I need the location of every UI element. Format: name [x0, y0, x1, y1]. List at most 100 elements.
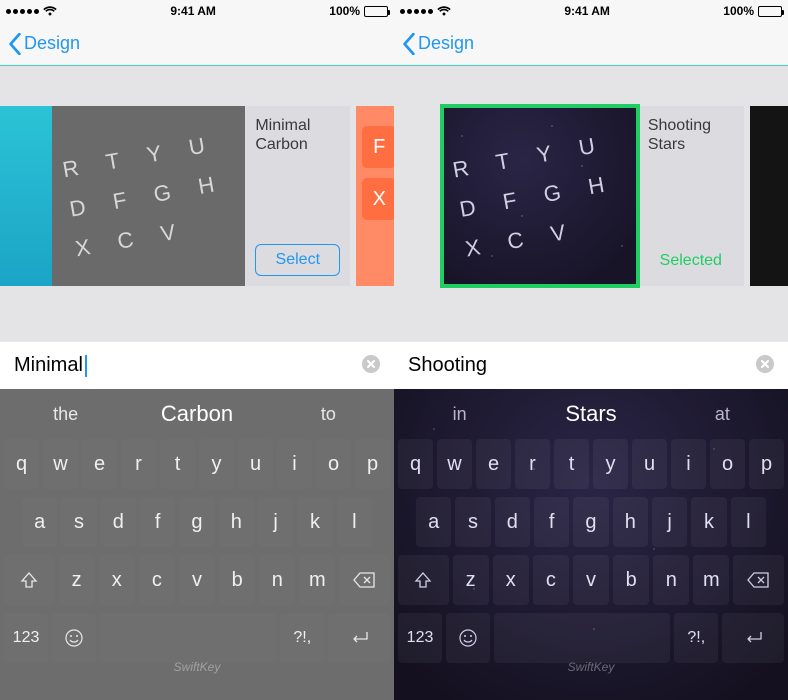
backspace-key[interactable]: [339, 555, 390, 605]
key-l[interactable]: l: [337, 497, 372, 547]
key-m[interactable]: m: [693, 555, 729, 605]
key-c[interactable]: c: [533, 555, 569, 605]
numeric-key[interactable]: 123: [398, 613, 442, 663]
punctuation-key[interactable]: ?!,: [280, 613, 324, 663]
key-i[interactable]: i: [277, 439, 312, 489]
key-b[interactable]: b: [219, 555, 255, 605]
key-o[interactable]: o: [316, 439, 351, 489]
key-p[interactable]: p: [749, 439, 784, 489]
key-j[interactable]: j: [258, 497, 293, 547]
key-c[interactable]: c: [139, 555, 175, 605]
theme-tile-dark[interactable]: TX: [750, 106, 788, 286]
key-f[interactable]: f: [534, 497, 569, 547]
phone-right: 9:41 AM 100% Design ERTYU SDFGH ZXCV Sho…: [394, 0, 788, 700]
key-o[interactable]: o: [710, 439, 745, 489]
return-key[interactable]: [722, 613, 784, 663]
key-z[interactable]: z: [453, 555, 489, 605]
key-x[interactable]: x: [99, 555, 135, 605]
select-button[interactable]: Select: [255, 244, 340, 276]
key-y[interactable]: y: [199, 439, 234, 489]
key-d[interactable]: d: [101, 497, 136, 547]
theme-tile-teal[interactable]: HB: [0, 106, 52, 286]
key-x[interactable]: x: [493, 555, 529, 605]
clear-button[interactable]: [756, 353, 774, 379]
key-b[interactable]: b: [613, 555, 649, 605]
key-u[interactable]: u: [632, 439, 667, 489]
key-k[interactable]: k: [691, 497, 726, 547]
key-f[interactable]: f: [140, 497, 175, 547]
emoji-key[interactable]: [446, 613, 490, 663]
keyboard-row-1: qwertyuiop: [0, 439, 394, 489]
key-r[interactable]: r: [515, 439, 550, 489]
key-l[interactable]: l: [731, 497, 766, 547]
theme-info-panel: Minimal Carbon Select: [245, 106, 350, 286]
space-key[interactable]: [100, 613, 276, 663]
backspace-icon: [747, 571, 771, 589]
key-a[interactable]: a: [22, 497, 57, 547]
key-k[interactable]: k: [297, 497, 332, 547]
signal-dots-icon: [400, 9, 433, 14]
key-i[interactable]: i: [671, 439, 706, 489]
theme-tile-carbon-preview[interactable]: ERTYU SDFGH ZXCV: [52, 106, 245, 286]
key-e[interactable]: e: [82, 439, 117, 489]
key-h[interactable]: h: [219, 497, 254, 547]
text-input-area[interactable]: Shooting: [394, 341, 788, 389]
key-g[interactable]: g: [179, 497, 214, 547]
key-y[interactable]: y: [593, 439, 628, 489]
theme-tile-stars-preview[interactable]: ERTYU SDFGH ZXCV: [442, 106, 638, 286]
key-p[interactable]: p: [355, 439, 390, 489]
clear-button[interactable]: [362, 353, 380, 379]
key-w[interactable]: w: [437, 439, 472, 489]
chevron-left-icon: [8, 33, 22, 55]
key-t[interactable]: t: [160, 439, 195, 489]
status-time: 9:41 AM: [170, 4, 216, 18]
keyboard-row-2: asdfghjkl: [0, 497, 394, 547]
key-v[interactable]: v: [179, 555, 215, 605]
suggestion-right[interactable]: at: [657, 404, 788, 425]
battery-icon: [758, 6, 782, 17]
suggestion-center[interactable]: Stars: [525, 401, 656, 427]
suggestion-right[interactable]: to: [263, 404, 394, 425]
back-label: Design: [24, 33, 80, 54]
return-key[interactable]: [328, 613, 390, 663]
key-z[interactable]: z: [59, 555, 95, 605]
theme-carousel[interactable]: HB ERTYU SDFGH ZXCV Minimal Carbon Selec…: [0, 66, 394, 341]
back-button[interactable]: Design: [402, 33, 474, 55]
key-r[interactable]: r: [121, 439, 156, 489]
punctuation-key[interactable]: ?!,: [674, 613, 718, 663]
space-key[interactable]: [494, 613, 670, 663]
key-n[interactable]: n: [259, 555, 295, 605]
key-a[interactable]: a: [416, 497, 451, 547]
numeric-key[interactable]: 123: [4, 613, 48, 663]
text-input-area[interactable]: Minimal: [0, 341, 394, 389]
key-t[interactable]: t: [554, 439, 589, 489]
back-label: Design: [418, 33, 474, 54]
suggestion-center[interactable]: Carbon: [131, 401, 262, 427]
theme-carousel[interactable]: ERTYU SDFGH ZXCV Shooting Stars Selected…: [394, 66, 788, 341]
emoji-key[interactable]: [52, 613, 96, 663]
backspace-key[interactable]: [733, 555, 784, 605]
key-s[interactable]: s: [61, 497, 96, 547]
key-d[interactable]: d: [495, 497, 530, 547]
key-j[interactable]: j: [652, 497, 687, 547]
key-e[interactable]: e: [476, 439, 511, 489]
key-g[interactable]: g: [573, 497, 608, 547]
key-h[interactable]: h: [613, 497, 648, 547]
battery-percent: 100%: [329, 4, 360, 18]
key-v[interactable]: v: [573, 555, 609, 605]
shift-key[interactable]: [4, 555, 55, 605]
shift-key[interactable]: [398, 555, 449, 605]
key-q[interactable]: q: [4, 439, 39, 489]
back-button[interactable]: Design: [8, 33, 80, 55]
suggestion-bar: the Carbon to: [0, 389, 394, 439]
status-bar: 9:41 AM 100%: [0, 0, 394, 22]
key-m[interactable]: m: [299, 555, 335, 605]
suggestion-left[interactable]: in: [394, 404, 525, 425]
key-n[interactable]: n: [653, 555, 689, 605]
key-u[interactable]: u: [238, 439, 273, 489]
key-q[interactable]: q: [398, 439, 433, 489]
theme-tile-orange[interactable]: FX: [356, 106, 394, 286]
key-s[interactable]: s: [455, 497, 490, 547]
suggestion-left[interactable]: the: [0, 404, 131, 425]
key-w[interactable]: w: [43, 439, 78, 489]
